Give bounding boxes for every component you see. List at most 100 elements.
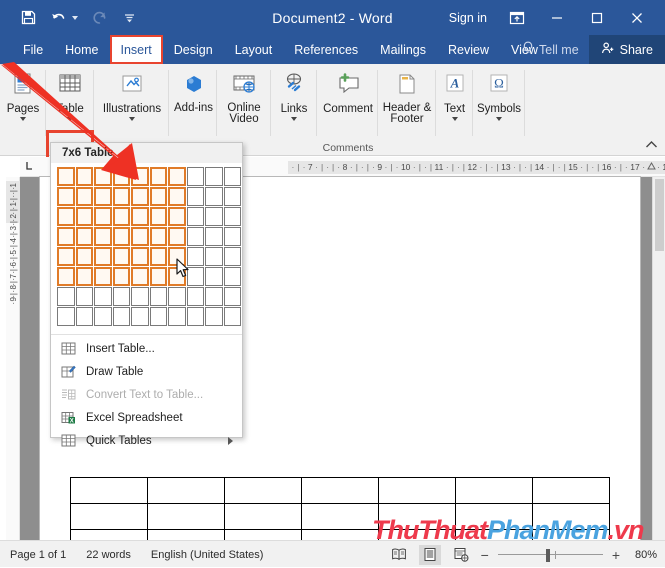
language-indicator[interactable]: English (United States) [151, 549, 264, 561]
table-cell[interactable] [378, 477, 456, 504]
grid-cell-8-4[interactable] [112, 307, 130, 326]
table-size-grid[interactable] [51, 163, 242, 331]
grid-cell-2-9[interactable] [205, 187, 223, 206]
grid-cell-4-7[interactable] [168, 227, 186, 246]
table-cell[interactable] [301, 503, 379, 530]
grid-cell-7-10[interactable] [223, 287, 241, 306]
tab-stop-selector-icon[interactable] [24, 160, 35, 173]
online-video-button[interactable]: Online Video [217, 68, 271, 125]
grid-cell-5-1[interactable] [57, 247, 75, 266]
symbols-caret-icon[interactable] [496, 117, 502, 121]
grid-cell-6-6[interactable] [149, 267, 168, 286]
menu-item-excel-spreadsheet[interactable]: X Excel Spreadsheet [51, 406, 242, 429]
tab-home[interactable]: Home [54, 35, 109, 64]
close-button[interactable] [617, 0, 657, 35]
tab-design[interactable]: Design [163, 35, 224, 64]
grid-cell-1-9[interactable] [205, 167, 223, 186]
scrollbar-thumb[interactable] [655, 179, 664, 251]
grid-cell-5-3[interactable] [94, 247, 112, 266]
comment-button[interactable]: Comment [318, 68, 378, 115]
grid-cell-5-4[interactable] [112, 247, 131, 266]
maximize-restore-button[interactable] [577, 0, 617, 35]
grid-cell-2-2[interactable] [75, 187, 94, 206]
text-caret-icon[interactable] [451, 117, 458, 121]
grid-cell-2-8[interactable] [186, 187, 205, 206]
grid-cell-1-2[interactable] [75, 167, 94, 186]
menu-item-quick-tables[interactable]: Quick Tables [51, 429, 242, 452]
grid-cell-2-4[interactable] [112, 187, 131, 206]
table-cell[interactable] [147, 477, 225, 504]
grid-cell-2-1[interactable] [57, 187, 75, 206]
minimize-button[interactable] [537, 0, 577, 35]
grid-cell-7-9[interactable] [205, 287, 223, 306]
grid-cell-8-9[interactable] [205, 307, 223, 326]
grid-cell-8-3[interactable] [94, 307, 112, 326]
grid-cell-7-5[interactable] [131, 287, 149, 306]
illustrations-button[interactable]: Illustrations [95, 68, 169, 121]
grid-cell-3-9[interactable] [205, 207, 223, 226]
table-caret-icon[interactable] [67, 117, 73, 121]
grid-cell-4-1[interactable] [57, 227, 75, 246]
grid-cell-1-7[interactable] [168, 167, 186, 186]
grid-cell-4-4[interactable] [112, 227, 131, 246]
grid-cell-8-1[interactable] [57, 307, 75, 326]
grid-cell-3-10[interactable] [223, 207, 242, 226]
zoom-in-button[interactable]: + [612, 548, 620, 562]
grid-cell-3-6[interactable] [149, 207, 168, 226]
grid-cell-4-3[interactable] [94, 227, 112, 246]
ribbon-display-options-icon[interactable] [497, 0, 537, 35]
text-button[interactable]: A Text [436, 68, 473, 121]
header-footer-button[interactable]: Header & Footer [378, 68, 436, 125]
grid-cell-4-6[interactable] [149, 227, 168, 246]
illustrations-caret-icon[interactable] [129, 117, 135, 121]
tab-file[interactable]: File [12, 35, 54, 64]
symbols-button[interactable]: Ω Symbols [473, 68, 525, 121]
pages-button[interactable]: Pages [0, 68, 46, 121]
add-ins-button[interactable]: Add-ins [170, 68, 217, 114]
grid-cell-7-4[interactable] [112, 287, 130, 306]
grid-cell-5-6[interactable] [149, 247, 168, 266]
grid-cell-1-4[interactable] [112, 167, 131, 186]
menu-item-draw-table[interactable]: Draw Table [51, 360, 242, 383]
grid-cell-5-10[interactable] [223, 247, 242, 266]
grid-cell-8-8[interactable] [186, 307, 204, 326]
tab-mailings[interactable]: Mailings [369, 35, 437, 64]
grid-cell-5-2[interactable] [75, 247, 94, 266]
grid-cell-4-10[interactable] [223, 227, 242, 246]
grid-cell-3-1[interactable] [57, 207, 75, 226]
tell-me-box[interactable]: Tell me [512, 41, 589, 58]
zoom-out-button[interactable]: − [481, 548, 489, 562]
grid-cell-6-10[interactable] [223, 267, 242, 286]
grid-cell-2-3[interactable] [94, 187, 112, 206]
grid-cell-4-2[interactable] [75, 227, 94, 246]
grid-cell-3-5[interactable] [131, 207, 149, 226]
vertical-scrollbar[interactable] [652, 177, 665, 540]
tab-layout[interactable]: Layout [224, 35, 284, 64]
grid-cell-3-7[interactable] [168, 207, 186, 226]
vertical-ruler[interactable]: 1 · | · · | · 1 · | · 2 · | · 3 · | · 4 · | · 5 · | · … [6, 177, 20, 540]
grid-cell-1-10[interactable] [223, 167, 242, 186]
links-button[interactable]: Links [271, 68, 317, 121]
grid-cell-2-6[interactable] [149, 187, 168, 206]
grid-cell-1-3[interactable] [94, 167, 112, 186]
grid-cell-3-8[interactable] [186, 207, 205, 226]
grid-cell-4-8[interactable] [186, 227, 205, 246]
grid-cell-3-2[interactable] [75, 207, 94, 226]
tab-insert[interactable]: Insert [109, 35, 163, 64]
share-button[interactable]: Share [588, 35, 665, 64]
grid-cell-3-3[interactable] [94, 207, 112, 226]
zoom-level[interactable]: 80% [629, 549, 657, 561]
print-layout-view-button[interactable] [418, 544, 441, 565]
sign-in-button[interactable]: Sign in [439, 11, 497, 25]
tab-references[interactable]: References [283, 35, 369, 64]
page-indicator[interactable]: Page 1 of 1 [10, 549, 66, 561]
grid-cell-6-2[interactable] [75, 267, 94, 286]
links-caret-icon[interactable] [291, 117, 297, 121]
grid-cell-6-5[interactable] [131, 267, 149, 286]
grid-cell-1-1[interactable] [57, 167, 75, 186]
grid-cell-7-8[interactable] [186, 287, 204, 306]
table-cell[interactable] [224, 503, 302, 530]
grid-cell-7-6[interactable] [149, 287, 167, 306]
grid-cell-6-4[interactable] [112, 267, 131, 286]
word-count[interactable]: 22 words [86, 549, 131, 561]
